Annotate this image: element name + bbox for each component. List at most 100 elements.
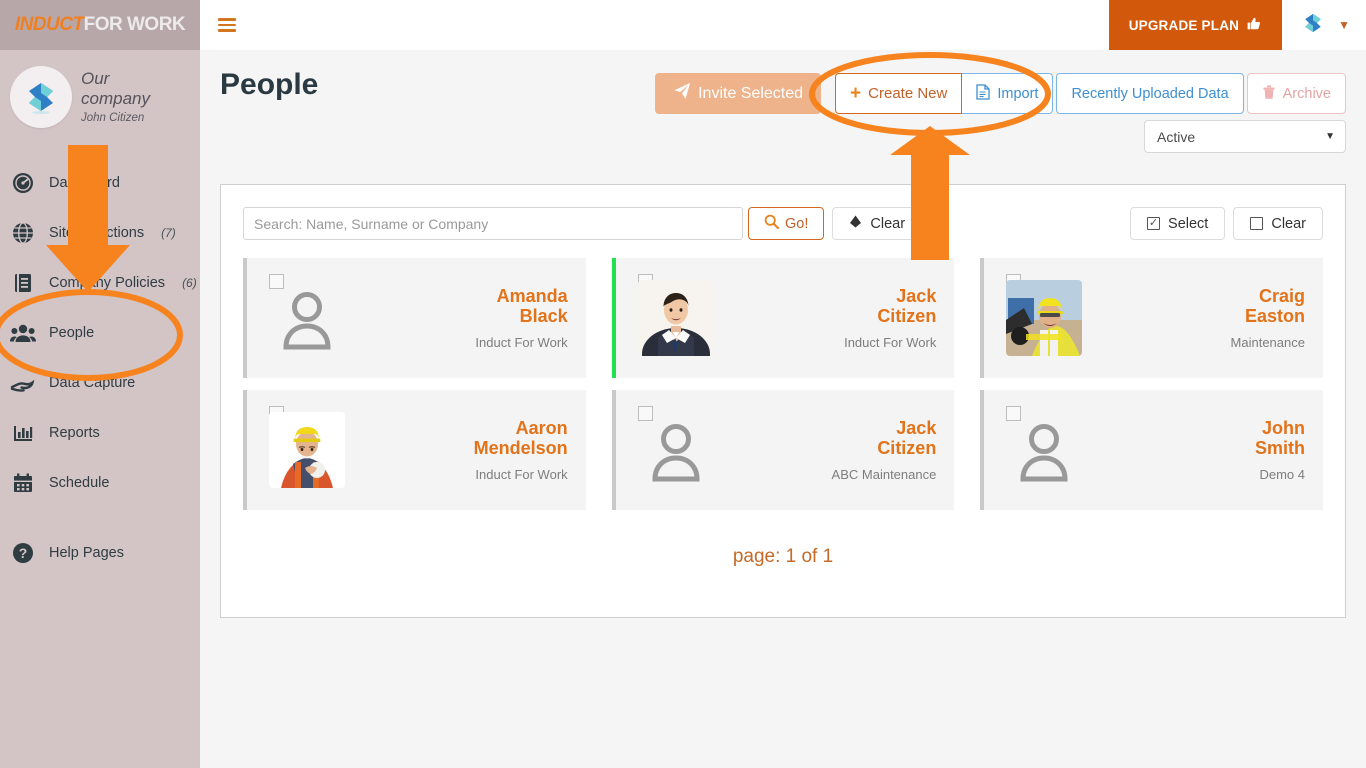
search-clear-button[interactable]: Clear [832,207,922,240]
person-org: Demo 4 [1259,466,1305,482]
chevron-down-icon[interactable]: ▼ [1325,131,1335,142]
person-first-name: Amanda [496,285,568,306]
sidebar-item-label: Site Inductions [49,225,145,241]
topbar-right: UPGRADE PLAN ▼ [1108,0,1366,50]
person-org: Induct For Work [475,334,568,350]
page-title: People [220,68,319,101]
upgrade-plan-button[interactable]: UPGRADE PLAN [1108,0,1283,50]
sidebar: INDUCT FOR WORK Our company John Citizen [0,0,200,768]
people-icon [10,320,36,346]
brand-logo[interactable]: INDUCT FOR WORK [0,0,200,50]
checkbox-empty-icon [1250,217,1264,230]
person-first-name: Jack [896,417,937,438]
archive-button[interactable]: Archive [1246,73,1346,114]
person-card[interactable]: John Smith Demo 4 [980,390,1323,510]
person-card[interactable]: Aaron Mendelson Induct For Work [243,390,586,510]
search-clear-label: Clear [870,215,906,232]
company-logo-icon [10,66,72,128]
company-user: John Citizen [81,111,145,124]
person-first-name: Jack [896,285,937,306]
person-card[interactable]: Amanda Black Induct For Work [243,258,586,378]
company-name: Our company [81,68,150,108]
person-first-name: John [1261,417,1305,438]
clear-selection-label: Clear [1271,215,1306,232]
select-all-button[interactable]: ✓ Select [1130,207,1226,240]
user-logo-icon [1300,10,1326,41]
create-import-group: + Create New Import [835,73,1054,114]
person-card[interactable]: Craig Easton Maintenance [980,258,1323,378]
plus-icon: + [850,83,862,104]
person-photo [269,412,345,488]
invite-selected-button[interactable]: Invite Selected [655,73,822,114]
chevron-down-icon[interactable]: ▼ [1338,18,1350,32]
selection-controls: ✓ Select Clear [1130,207,1323,240]
pagination-label: page: 1 of 1 [732,546,834,567]
archive-label: Archive [1282,85,1331,102]
trash-icon [1262,84,1276,104]
clear-selection-button[interactable]: Clear [1233,207,1323,240]
person-info: Jack Citizen Induct For Work [844,286,954,351]
sidebar-item-label: Help Pages [49,545,124,561]
recently-uploaded-data-button[interactable]: Recently Uploaded Data [1056,73,1244,114]
sidebar-item-label: Schedule [49,475,110,491]
hamburger-icon[interactable] [218,15,236,35]
app-root: INDUCT FOR WORK Our company John Citizen [0,0,1366,768]
sidebar-item-label: Dashboard [49,175,120,191]
create-new-label: Create New [868,85,948,102]
person-first-name: Craig [1258,285,1305,306]
sidebar-item-reports[interactable]: Reports [0,408,200,458]
import-button[interactable]: Import [962,73,1054,114]
person-card[interactable]: Jack Citizen ABC Maintenance [611,390,955,510]
sidebar-item-site-inductions[interactable]: Site Inductions (7) [0,208,200,258]
question-circle-icon: ? [10,540,36,566]
search-go-button[interactable]: Go! [748,207,825,240]
person-last-name: Easton [1244,306,1305,327]
person-org: Maintenance [1230,334,1305,350]
person-first-name: Aaron [515,417,568,438]
bar-chart-icon [10,420,36,446]
company-text: Our company John Citizen [81,69,167,126]
sidebar-item-help-pages[interactable]: ? Help Pages [0,528,200,578]
person-name: Jack Citizen [832,417,937,459]
sidebar-item-label: People [49,325,95,341]
user-menu[interactable]: ▼ [1282,10,1366,41]
book-icon [10,270,36,296]
sidebar-item-schedule[interactable]: Schedule [0,458,200,508]
person-name: Craig Easton [1231,286,1305,327]
sidebar-nav: Dashboard Site Inductions (7) Company Po… [0,146,200,578]
sidebar-item-dashboard[interactable]: Dashboard [0,158,200,208]
hand-icon [10,370,36,396]
create-new-button[interactable]: + Create New [835,73,963,114]
sidebar-item-data-capture[interactable]: Data Capture [0,358,200,408]
people-toolbar: Go! Clear ✓ Select Clear [221,185,1345,240]
search-input[interactable] [243,207,743,240]
upgrade-plan-label: UPGRADE PLAN [1128,17,1240,33]
status-filter-select[interactable]: Active ▼ [1144,120,1346,153]
person-info: Jack Citizen ABC Maintenance [832,418,955,483]
search-go-label: Go! [785,215,809,232]
person-name: John Smith [1255,418,1305,459]
globe-icon [10,220,36,246]
person-org: ABC Maintenance [831,466,937,482]
person-avatar-placeholder-icon [269,280,345,356]
select-all-label: Select [1168,215,1209,232]
page-actions: Invite Selected + Create New Import Rece… [655,73,1346,114]
send-icon [673,82,691,105]
person-name: Aaron Mendelson [474,418,568,459]
eraser-icon [848,214,863,233]
sidebar-item-company-policies[interactable]: Company Policies (6) [0,258,200,308]
person-last-name: Mendelson [473,438,568,459]
person-last-name: Citizen [877,306,937,327]
company-block[interactable]: Our company John Citizen [0,50,200,146]
checkbox-checked-icon: ✓ [1147,217,1161,230]
sidebar-item-label: Company Policies [49,275,166,291]
person-photo [637,280,714,356]
dashboard-icon [10,170,36,196]
person-card[interactable]: Jack Citizen Induct For Work [611,258,955,378]
person-org: Induct For Work [475,466,568,482]
recently-uploaded-label: Recently Uploaded Data [1071,85,1229,102]
sidebar-item-people[interactable]: People [0,308,200,358]
sidebar-item-label: Data Capture [49,375,136,391]
people-grid: Amanda Black Induct For Work Jack Citize… [221,240,1345,510]
person-org: Induct For Work [844,334,937,350]
